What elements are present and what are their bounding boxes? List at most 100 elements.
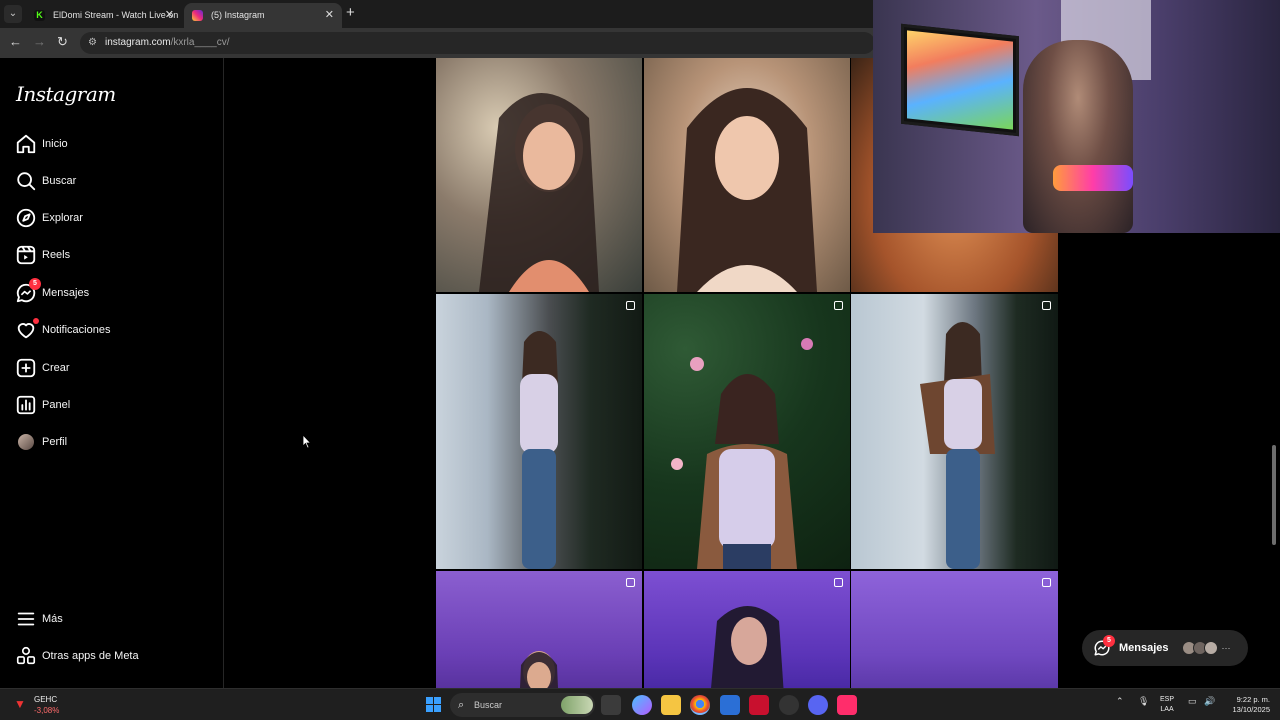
nav-label: Crear [42,362,70,374]
carousel-icon [834,578,843,587]
post-thumbnail[interactable] [851,294,1058,569]
input-language[interactable]: ESP LAA [1160,695,1174,715]
post-thumbnail[interactable] [436,58,642,292]
kick-icon: K [34,10,45,21]
address-bar[interactable]: ⚙ instagram.com/kxrla____cv/ [80,32,875,54]
nav-label: Notificaciones [42,324,111,336]
streamer [1023,40,1133,233]
microphone-icon[interactable]: 🎙 [1138,696,1149,707]
background-monitor [901,23,1019,137]
carousel-icon [626,301,635,310]
menu-icon [15,608,37,630]
close-tab-icon[interactable]: ✕ [165,3,174,28]
discord-icon[interactable] [808,695,828,715]
nav-item-panel[interactable]: Panel [12,390,212,420]
chrome-icon[interactable] [690,695,710,715]
windows-start-icon[interactable] [426,697,441,712]
nav-label: Perfil [42,436,68,448]
windows-taskbar: ▼ GEHC -3,08% ⌕ Buscar ⌃ 🎙 ESP LAA ▭ 🔊 9… [0,688,1280,720]
notification-dot [33,318,39,324]
nav-item-explorar[interactable]: Explorar [12,203,212,233]
carousel-icon [626,578,635,587]
nav-label: Reels [42,249,71,261]
messenger-icon: 5 [15,278,41,304]
system-clock[interactable]: 9:22 p. m. 13/10/2025 [1222,695,1270,715]
nav-label: Explorar [42,212,83,224]
site-info-icon[interactable]: ⚙ [88,32,97,54]
home-icon [15,133,37,155]
tab-title: (5) Instagram [211,10,265,20]
more-icon: ··· [1221,643,1231,653]
instagram-logo[interactable]: Instagram [16,82,116,106]
nav-item-reels[interactable]: Reels [12,240,212,270]
unread-badge: 5 [1103,635,1115,647]
tab-title: ElDomi Stream - Watch Live on [53,10,179,20]
nav-item-notificaciones[interactable]: Notificaciones [12,315,212,345]
tab-search-button[interactable]: ⌄ [4,5,22,23]
taskbar-search-placeholder: Buscar [474,700,503,710]
close-tab-icon[interactable]: ✕ [325,3,334,28]
compass-icon [15,207,37,229]
nav-label: Buscar [42,175,77,187]
avatar-icon [15,431,37,453]
messages-pill-label: Mensajes [1119,642,1169,654]
stock-change: -3,08% [34,706,60,715]
capcut-icon[interactable] [749,695,769,715]
post-thumbnail[interactable] [436,571,642,688]
stock-down-icon: ▼ [14,697,26,711]
nav-item-perfil[interactable]: Perfil [12,427,212,457]
back-icon[interactable]: ← [9,34,22,49]
stock-widget[interactable]: ▼ GEHC -3,08% [10,693,90,717]
bar-chart-icon [15,394,37,416]
task-view-icon[interactable] [601,695,621,715]
carousel-icon [1042,301,1051,310]
nav-label: Otras apps de Meta [42,650,139,662]
file-explorer-icon[interactable] [661,695,681,715]
nav-item-buscar[interactable]: Buscar [12,166,212,196]
carousel-icon [834,301,843,310]
post-thumbnail[interactable] [644,571,850,688]
nav-item-mas[interactable]: Más [12,604,212,634]
nav-item-crear[interactable]: Crear [12,353,212,383]
stock-ticker: GEHC [34,695,58,704]
new-tab-button[interactable]: + [346,4,355,21]
post-thumbnail[interactable] [851,571,1058,688]
recent-chat-avatars [1181,641,1218,655]
copilot-icon[interactable] [632,695,652,715]
post-thumbnail[interactable] [436,294,642,569]
streamer-webcam-overlay [873,0,1280,233]
plus-square-icon [15,357,37,379]
avatar [1203,641,1218,655]
post-thumbnail[interactable] [644,58,850,292]
heart-icon [15,318,39,341]
taskbar-search[interactable]: ⌕ Buscar [450,693,595,717]
tab-eldomi-stream[interactable]: K ElDomi Stream - Watch Live on ✕ [26,3,182,28]
nav-label: Panel [42,399,71,411]
search-highlight-image [561,696,593,714]
nav-item-inicio[interactable]: Inicio [12,129,212,159]
obs-icon[interactable] [779,695,799,715]
search-icon [15,170,37,192]
reels-icon [15,244,37,266]
url-text: instagram.com/kxrla____cv/ [105,37,230,48]
show-hidden-icons[interactable]: ⌃ [1116,696,1124,707]
messages-pill-button[interactable]: 5 Mensajes ··· [1082,630,1248,666]
volume-icon[interactable]: 🔊 [1204,696,1215,707]
forward-icon[interactable]: → [33,34,46,49]
instagram-icon [192,10,203,21]
meta-apps-icon [15,645,37,667]
scrollbar-thumb[interactable] [1272,445,1276,545]
page-scrollbar[interactable] [1271,233,1277,688]
tiktok-icon[interactable] [837,695,857,715]
post-thumbnail[interactable] [644,294,850,569]
instagram-sidebar: Instagram Inicio Buscar Explorar Reels 5… [0,58,224,688]
network-icon[interactable]: ▭ [1188,696,1197,707]
nav-label: Más [42,613,63,625]
unread-badge: 5 [29,278,41,290]
tab-instagram[interactable]: (5) Instagram ✕ [184,3,342,28]
nav-item-mensajes[interactable]: 5 Mensajes [12,278,212,308]
store-icon[interactable] [720,695,740,715]
search-icon: ⌕ [458,699,465,711]
reload-icon[interactable]: ↻ [57,34,68,50]
nav-item-otras-apps[interactable]: Otras apps de Meta [12,641,212,671]
